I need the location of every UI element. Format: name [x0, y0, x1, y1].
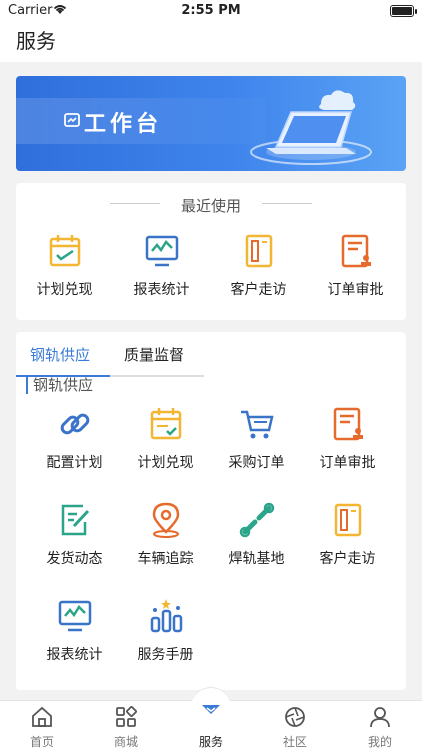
home-icon — [30, 705, 54, 729]
supply-card: 钢轨供应 质量监督 钢轨供应 配置计划 计划兑现 采购订单 订单审批 发货动态 — [16, 332, 406, 690]
battery-icon — [390, 5, 417, 17]
tabbar-label: 我的 — [367, 735, 392, 749]
supply-tabs: 钢轨供应 质量监督 — [16, 332, 206, 377]
supply-item-order-approve[interactable]: 订单审批 — [299, 404, 396, 472]
manual-icon — [146, 596, 186, 636]
supply-item-label: 发货动态 — [46, 551, 103, 567]
tabbar-label: 商城 — [113, 735, 138, 749]
aperture-icon — [283, 705, 307, 729]
tabbar-community[interactable]: 社区 — [253, 705, 337, 750]
edit-doc-icon — [55, 500, 95, 540]
tabbar-label: 服务 — [198, 735, 223, 749]
chart-monitor-icon — [142, 231, 182, 271]
clock: 2:55 PM — [181, 3, 241, 18]
supply-item-config-plan[interactable]: 配置计划 — [26, 404, 123, 472]
tabbar-home[interactable]: 首页 — [0, 705, 84, 750]
supply-item-label: 客户走访 — [319, 551, 376, 567]
tab-quality-supervision[interactable]: 质量监督 — [124, 344, 184, 365]
supply-item-purchase-order[interactable]: 采购订单 — [208, 404, 305, 472]
recent-item-order-approve[interactable]: 订单审批 — [307, 231, 404, 299]
supply-item-label: 车辆追踪 — [137, 551, 194, 567]
supply-section-title: 钢轨供应 — [26, 376, 93, 394]
service-icon — [199, 697, 223, 721]
recent-item-label: 报表统计 — [133, 282, 190, 298]
grid-icon — [114, 705, 138, 729]
supply-item-client-visit[interactable]: 客户走访 — [299, 500, 396, 568]
recent-item-label: 计划兑现 — [36, 282, 93, 298]
recent-item-client-visit[interactable]: 客户走访 — [210, 231, 307, 299]
status-bar: Carrier 2:55 PM — [0, 0, 422, 22]
order-approve-icon — [328, 404, 368, 444]
banner-title: 工作台 — [84, 112, 163, 137]
location-pin-icon — [146, 500, 186, 540]
tabbar-mall[interactable]: 商城 — [84, 705, 168, 750]
supply-item-label: 采购订单 — [228, 455, 285, 471]
wrench-icon — [237, 500, 277, 540]
recent-item-label: 客户走访 — [230, 282, 287, 298]
supply-item-service-manual[interactable]: 服务手册 — [117, 596, 214, 664]
supply-item-vehicle-tracking[interactable]: 车辆追踪 — [117, 500, 214, 568]
client-visit-icon — [328, 500, 368, 540]
bottom-tab-bar: 首页 商城 服务 社区 我的 — [0, 687, 422, 750]
supply-item-plan-fulfil[interactable]: 计划兑现 — [117, 404, 214, 472]
tabbar-profile[interactable]: 我的 — [338, 705, 422, 750]
recent-item-label: 订单审批 — [327, 282, 384, 298]
order-approve-icon — [336, 231, 376, 271]
recent-card: 最近使用 计划兑现 报表统计 客户走访 订单审批 — [16, 183, 406, 320]
workbench-banner[interactable]: 工作台 — [16, 76, 406, 171]
recent-item-report[interactable]: 报表统计 — [113, 231, 210, 299]
link-icon — [55, 404, 95, 444]
supply-item-label: 计划兑现 — [137, 455, 194, 471]
calendar-check-icon — [146, 404, 186, 444]
supply-item-label: 报表统计 — [46, 647, 103, 663]
supply-item-welding-base[interactable]: 焊轨基地 — [208, 500, 305, 568]
client-visit-icon — [239, 231, 279, 271]
divider-right — [262, 203, 312, 204]
supply-item-shipping-status[interactable]: 发货动态 — [26, 500, 123, 568]
nav-bar: 服务 — [0, 22, 422, 62]
calendar-check-icon — [45, 231, 85, 271]
laptop-cloud-icon — [246, 82, 376, 171]
user-icon — [368, 705, 392, 729]
tab-rail-supply[interactable]: 钢轨供应 — [30, 344, 90, 365]
chart-monitor-icon — [55, 596, 95, 636]
tabbar-label: 社区 — [282, 735, 307, 749]
page-title: 服务 — [16, 29, 56, 53]
supply-item-label: 配置计划 — [46, 455, 103, 471]
cart-icon — [237, 404, 277, 444]
tabbar-service[interactable]: 服务 — [169, 705, 253, 750]
tabbar-label: 首页 — [29, 735, 54, 749]
recent-section-title: 最近使用 — [180, 197, 241, 215]
recent-item-plan-fulfil[interactable]: 计划兑现 — [16, 231, 113, 299]
supply-item-label: 焊轨基地 — [228, 551, 285, 567]
supply-item-report[interactable]: 报表统计 — [26, 596, 123, 664]
chart-badge-icon — [64, 113, 80, 133]
supply-item-label: 订单审批 — [319, 455, 376, 471]
supply-item-label: 服务手册 — [137, 647, 194, 663]
